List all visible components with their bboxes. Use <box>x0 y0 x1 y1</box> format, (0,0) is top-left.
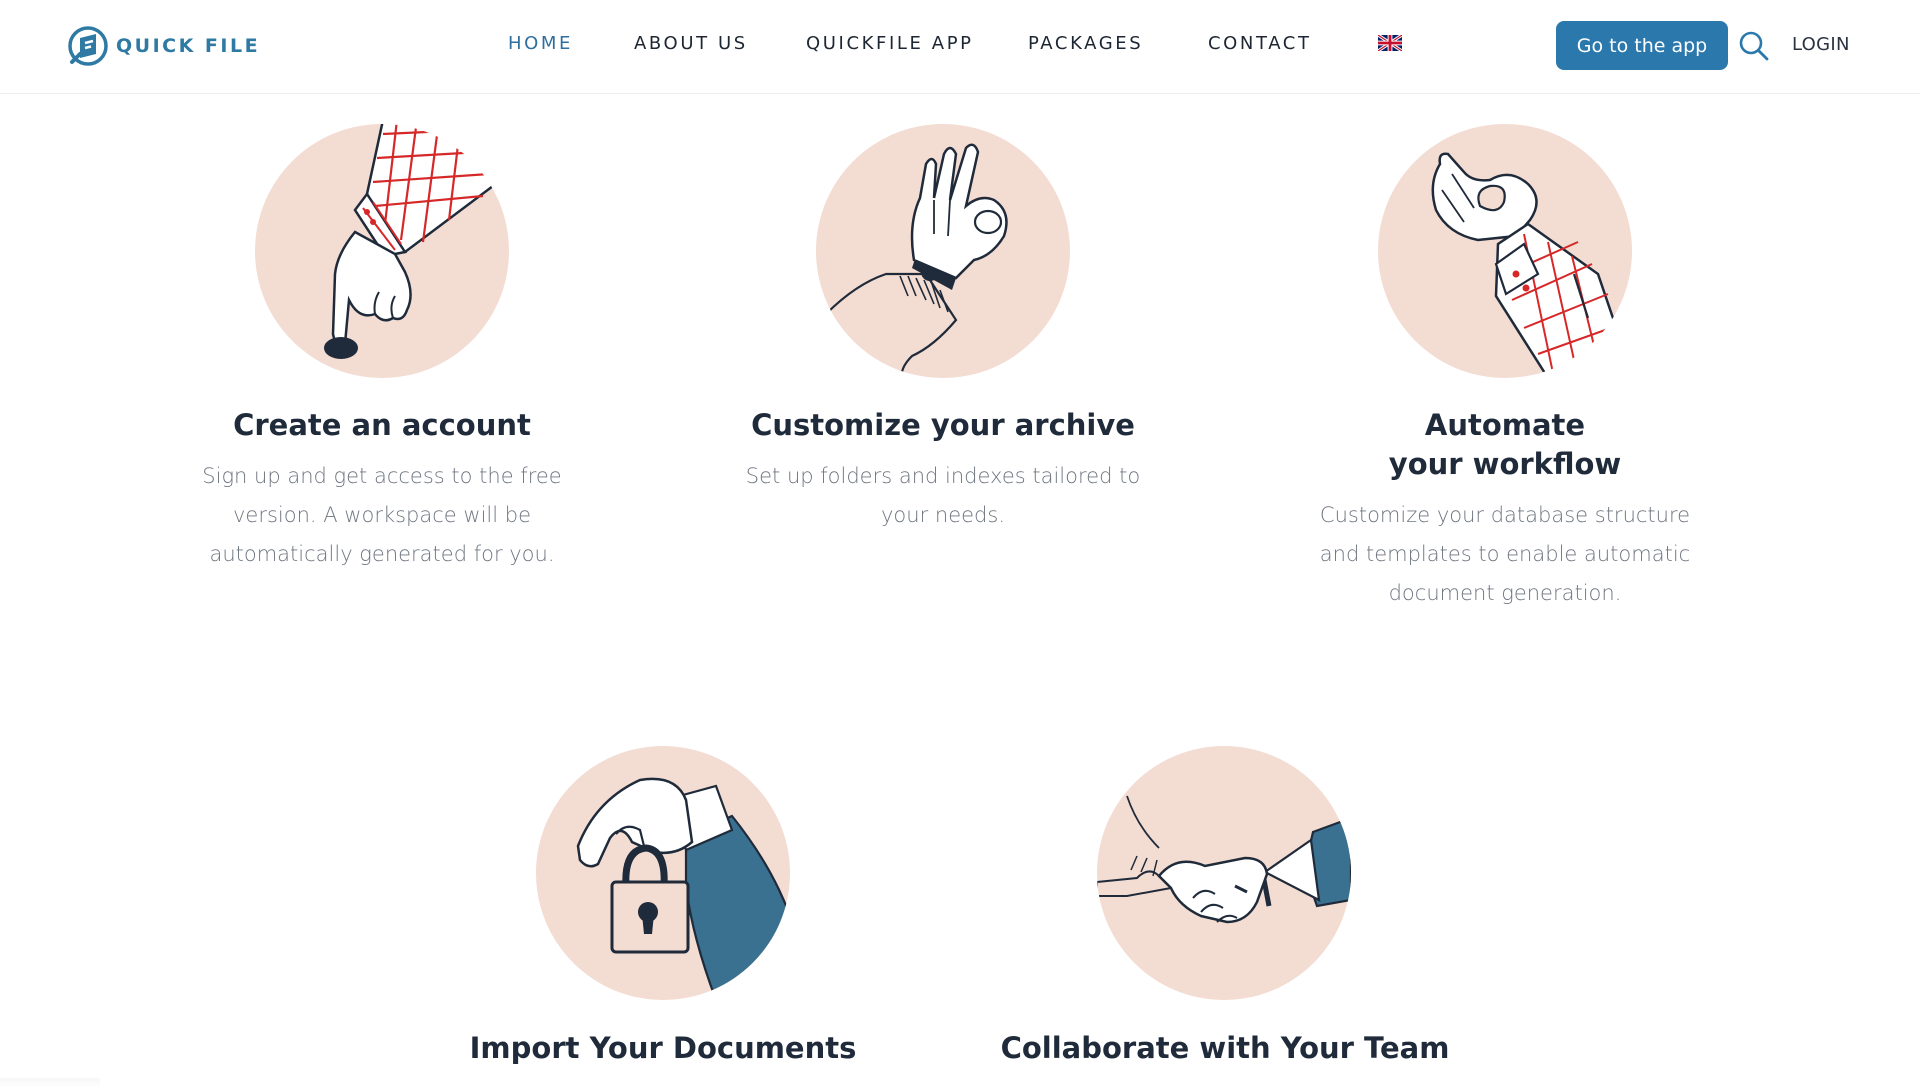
brand-name: QUICK FILE <box>116 35 261 57</box>
site-header: QUICK FILE HOME ABOUT US QUICKFILE APP P… <box>0 0 1920 94</box>
nav-item-packages[interactable]: PACKAGES <box>1028 33 1143 54</box>
nav-item-contact[interactable]: CONTACT <box>1208 33 1312 54</box>
feature-description: Set up folders and indexes tailored to y… <box>745 464 1141 527</box>
feature-title: Create an account <box>233 408 531 442</box>
feature-illustration <box>1097 746 1351 1000</box>
go-to-app-button[interactable]: Go to the app <box>1556 21 1728 70</box>
snap-hand-icon <box>1431 152 1632 378</box>
feature-description: Sign up and get access to the free versi… <box>202 464 562 566</box>
feature-description: Customize your database structure and te… <box>1319 503 1691 605</box>
handshake-icon <box>1097 795 1351 924</box>
pointing-hand-icon <box>324 124 495 359</box>
bottom-edge-shadow <box>0 1078 100 1088</box>
brand-logo[interactable]: QUICK FILE <box>66 24 260 68</box>
search-icon[interactable] <box>1738 30 1770 62</box>
feature-illustration <box>816 124 1070 378</box>
uk-flag-icon[interactable] <box>1378 35 1402 51</box>
feature-title: Import Your Documents <box>469 1031 857 1065</box>
feature-title: Customize your archive <box>751 408 1135 442</box>
padlock-hand-icon <box>576 777 790 1000</box>
login-link[interactable]: LOGIN <box>1792 34 1850 55</box>
quickfile-logo-icon <box>68 26 108 66</box>
nav-item-quickfile-app[interactable]: QUICKFILE APP <box>806 33 974 54</box>
nav-item-home[interactable]: HOME <box>508 33 573 54</box>
nav-item-about-us[interactable]: ABOUT US <box>634 33 748 54</box>
ok-hand-icon <box>824 143 1008 378</box>
feature-illustration <box>255 124 509 378</box>
feature-illustration <box>536 746 790 1000</box>
feature-illustration <box>1378 124 1632 378</box>
feature-title: Collaborate with Your Team <box>1000 1031 1450 1065</box>
feature-title: Automate your workflow <box>1388 408 1622 481</box>
